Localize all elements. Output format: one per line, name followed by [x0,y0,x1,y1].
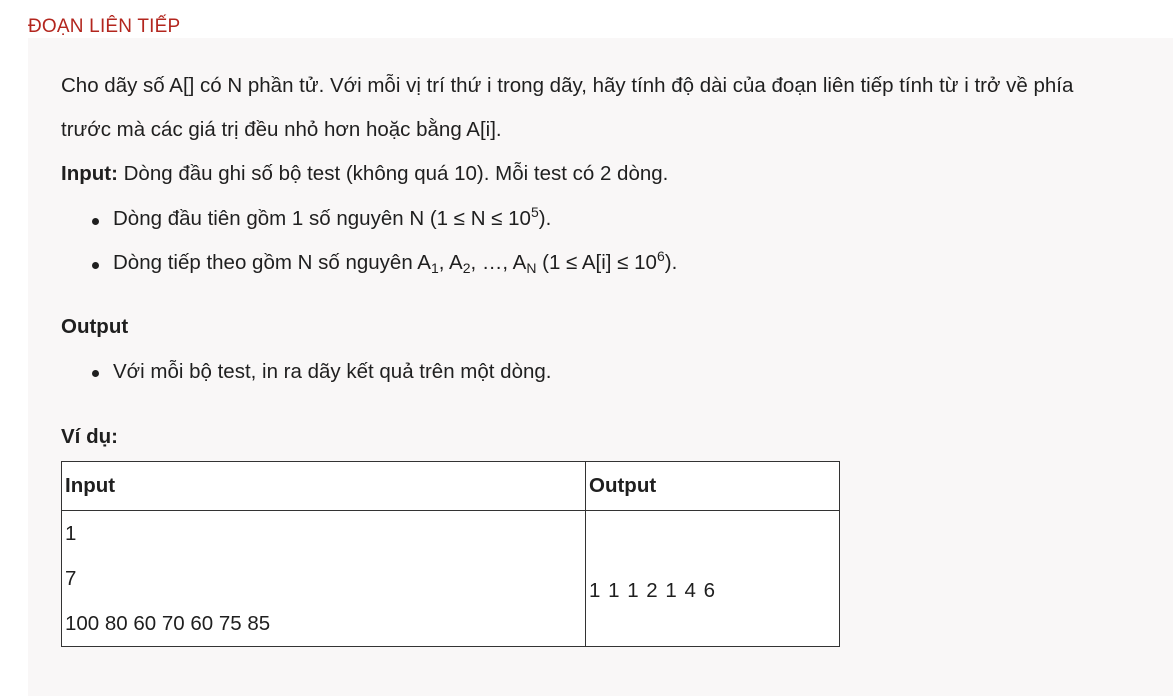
output-heading: Output [61,315,129,338]
input-label: Input: [61,162,118,185]
input-text: Dòng đầu ghi số bộ test (không quá 10). … [117,162,669,185]
table-header-row: Input Output [61,461,840,511]
input-line: 1 [65,522,77,545]
table-row: 1 7 100 80 60 70 60 75 85 1 1 1 2 1 4 6 [61,510,840,647]
bullet-dot [92,370,99,377]
example-output-cell: 1 1 1 2 1 4 6 [585,510,840,647]
page-title: ĐOẠN LIÊN TIẾP [28,16,181,37]
example-table: Input Output 1 7 100 80 60 70 60 75 85 1… [61,461,840,647]
page-header: ĐOẠN LIÊN TIẾP [0,0,1173,38]
description-line-1: Cho dãy số A[] có N phần tử. Với mỗi vị … [61,74,1074,97]
input-bullet-1: Dòng đầu tiên gồm 1 số nguyên N (1 ≤ N ≤… [113,204,552,230]
table-header-output: Output [585,461,840,511]
output-line: 1 1 1 2 1 4 6 [589,579,716,602]
output-bullet: Với mỗi bộ test, in ra dãy kết quả trên … [113,360,552,383]
input-spec: Input: Dòng đầu ghi số bộ test (không qu… [61,152,668,196]
bullet-dot [92,262,99,269]
example-input-cell: 1 7 100 80 60 70 60 75 85 [61,510,586,647]
bullet-dot [92,218,99,225]
example-heading: Ví dụ: [61,425,118,448]
description-line-2: trước mà các giá trị đều nhỏ hơn hoặc bằ… [61,118,502,141]
input-bullet-2: Dòng tiếp theo gồm N số nguyên A1, A2, …… [113,248,678,276]
table-header-input: Input [61,461,586,511]
input-line: 100 80 60 70 60 75 85 [65,612,271,635]
input-line: 7 [65,567,77,590]
